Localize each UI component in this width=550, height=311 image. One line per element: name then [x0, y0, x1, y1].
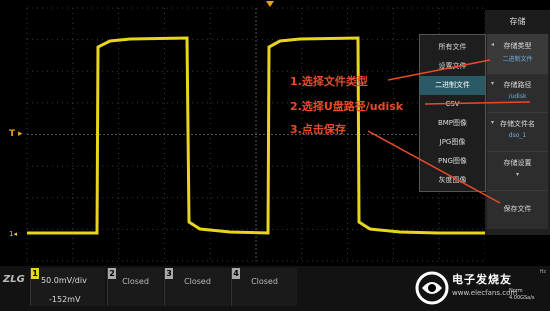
watermark-url: www.elecfans.com [452, 289, 518, 297]
ch3-status: Closed [184, 277, 211, 286]
brand-logo: ZLG [3, 274, 25, 285]
oscilloscope-screen: T ▸ 1◂ 存储 ◂ 存储类型 二进制文件 ▾ 存储路径 /udisk ▾ 存… [0, 0, 550, 311]
ch3-status-box[interactable]: 3 Closed [164, 268, 230, 306]
annotation-arrows [367, 59, 531, 204]
ch1-scale: 50.0mV/div [41, 276, 87, 285]
ch4-status: Closed [251, 277, 278, 286]
ch2-status-box[interactable]: 2 Closed [107, 268, 163, 306]
annotation-step2: 2.选择U盘路径/udisk [290, 100, 404, 113]
ch1-number: 1 [31, 268, 39, 279]
watermark-logo [415, 271, 449, 305]
ch1-status-box[interactable]: 1 50.0mV/div -152mV [30, 268, 105, 306]
ch4-status-box[interactable]: 4 Closed [231, 268, 297, 306]
watermark-text: 电子发烧友 [452, 273, 512, 286]
ch2-status: Closed [122, 277, 149, 286]
annotation-step3: 3.点击保存 [290, 123, 346, 136]
annotation-step1: 1.选择文件类型 [290, 75, 368, 88]
ch1-offset: -152mV [49, 295, 81, 304]
